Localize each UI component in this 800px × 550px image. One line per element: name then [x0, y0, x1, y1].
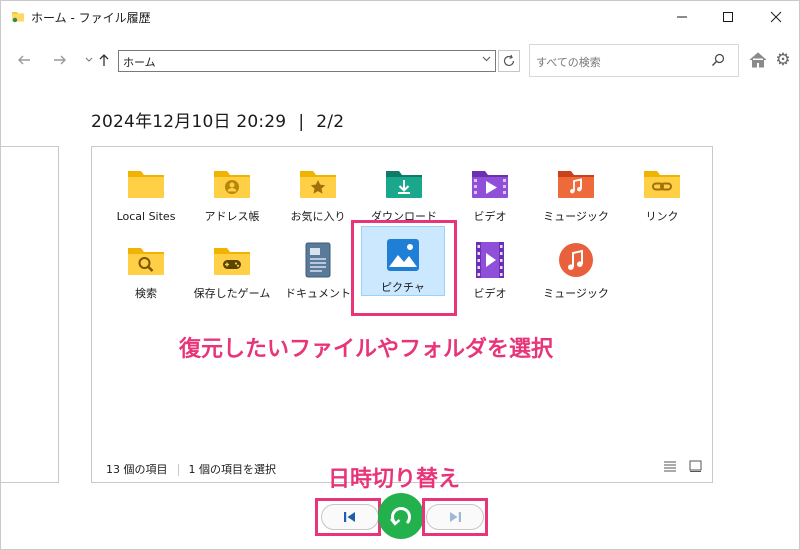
details-view-icon[interactable]	[663, 460, 677, 472]
back-arrow-icon	[18, 55, 30, 65]
minimize-icon	[677, 16, 687, 18]
address-text: ホーム	[123, 56, 156, 69]
selected-count: 1 個の項目を選択	[188, 463, 277, 476]
list-item[interactable]: お気に入り	[275, 149, 361, 227]
file-history-app-icon	[12, 12, 24, 23]
list-item[interactable]: ビデオ	[447, 226, 533, 304]
address-dropdown-icon[interactable]	[482, 54, 491, 66]
home-button[interactable]	[748, 50, 768, 70]
searches-folder-icon	[128, 248, 164, 275]
status-bar: 13 個の項目 1 個の項目を選択	[106, 461, 276, 477]
list-item[interactable]: ミュージック	[533, 149, 619, 227]
search-icon	[712, 53, 725, 66]
gear-icon: ⚙	[775, 50, 791, 70]
forward-button[interactable]	[48, 48, 72, 72]
documents-icon	[305, 242, 331, 278]
list-item[interactable]: Local Sites	[103, 149, 189, 227]
up-button[interactable]	[95, 48, 113, 72]
item-label: ビデオ	[473, 287, 507, 300]
restore-icon	[390, 507, 411, 526]
up-arrow-icon	[99, 54, 109, 66]
maximize-icon	[723, 12, 733, 22]
settings-button[interactable]: ⚙	[773, 50, 793, 70]
back-button[interactable]	[12, 48, 36, 72]
home-icon	[749, 52, 767, 68]
search-box[interactable]: すべての検索	[529, 44, 739, 77]
title-bar: ホーム - ファイル履歴	[1, 1, 800, 33]
close-icon	[770, 11, 782, 23]
item-label: アドレス帳	[204, 210, 260, 223]
snapshot-separator: |	[298, 112, 305, 132]
previous-snapshot-panel[interactable]	[1, 146, 59, 483]
next-highlight-box	[422, 498, 488, 536]
item-label: ドキュメント	[285, 287, 351, 300]
recent-locations-button[interactable]	[83, 48, 95, 72]
minimize-button[interactable]	[659, 1, 705, 33]
videos-folder-icon	[472, 171, 508, 198]
list-item[interactable]: ミュージック	[533, 226, 619, 304]
links-folder-icon	[644, 171, 680, 198]
music-icon	[559, 243, 593, 277]
item-label: ビデオ	[473, 210, 507, 223]
list-item[interactable]: ドキュメント	[275, 226, 361, 304]
list-item[interactable]: アドレス帳	[189, 149, 275, 227]
restore-button[interactable]	[378, 493, 424, 539]
window-title: ホーム - ファイル履歴	[31, 11, 151, 25]
snapshot-datetime-line: 2024年12月10日 20:29 | 2/2	[91, 107, 344, 132]
view-toggle-group	[663, 460, 702, 475]
previous-highlight-box	[315, 498, 381, 536]
item-label: ミュージック	[543, 210, 609, 223]
refresh-button[interactable]	[498, 50, 520, 72]
videos-icon	[476, 242, 504, 278]
saved-games-folder-icon	[214, 248, 250, 275]
search-input[interactable]: すべての検索	[536, 54, 601, 70]
forward-arrow-icon	[54, 55, 66, 65]
selection-highlight-box	[351, 220, 457, 316]
list-item[interactable]: ビデオ	[447, 149, 533, 227]
music-folder-icon	[558, 171, 594, 198]
snapshot-datetime: 2024年12月10日 20:29	[91, 112, 287, 132]
folder-icon	[128, 171, 164, 198]
list-item[interactable]: ダウンロード	[361, 149, 447, 227]
file-history-window: ホーム - ファイル履歴 ホーム すべての検索 ⚙ 2024年12月10日 20…	[0, 0, 800, 550]
large-icons-view-icon[interactable]	[689, 460, 702, 472]
status-divider	[177, 464, 179, 476]
close-button[interactable]	[753, 1, 799, 33]
select-hint-annotation: 復元したいファイルやフォルダを選択	[179, 337, 554, 362]
switch-hint-annotation: 日時切り替え	[328, 467, 461, 492]
item-label: ミュージック	[543, 287, 609, 300]
contacts-folder-icon	[214, 171, 250, 198]
item-label: リンク	[645, 210, 679, 223]
item-label: お気に入り	[290, 210, 346, 223]
item-label: 保存したゲーム	[193, 287, 271, 300]
address-bar[interactable]: ホーム	[118, 50, 496, 72]
maximize-button[interactable]	[705, 1, 751, 33]
downloads-folder-icon	[386, 171, 422, 198]
list-item[interactable]: 検索	[103, 226, 189, 304]
favorites-folder-icon	[300, 171, 336, 198]
chevron-down-icon	[85, 57, 93, 62]
item-label: 検索	[135, 287, 157, 300]
refresh-icon	[503, 54, 515, 67]
snapshot-page: 2/2	[316, 112, 345, 132]
list-item[interactable]: リンク	[619, 149, 705, 227]
item-label: Local Sites	[116, 210, 176, 223]
item-count: 13 個の項目	[106, 463, 168, 476]
list-item[interactable]: 保存したゲーム	[189, 226, 275, 304]
